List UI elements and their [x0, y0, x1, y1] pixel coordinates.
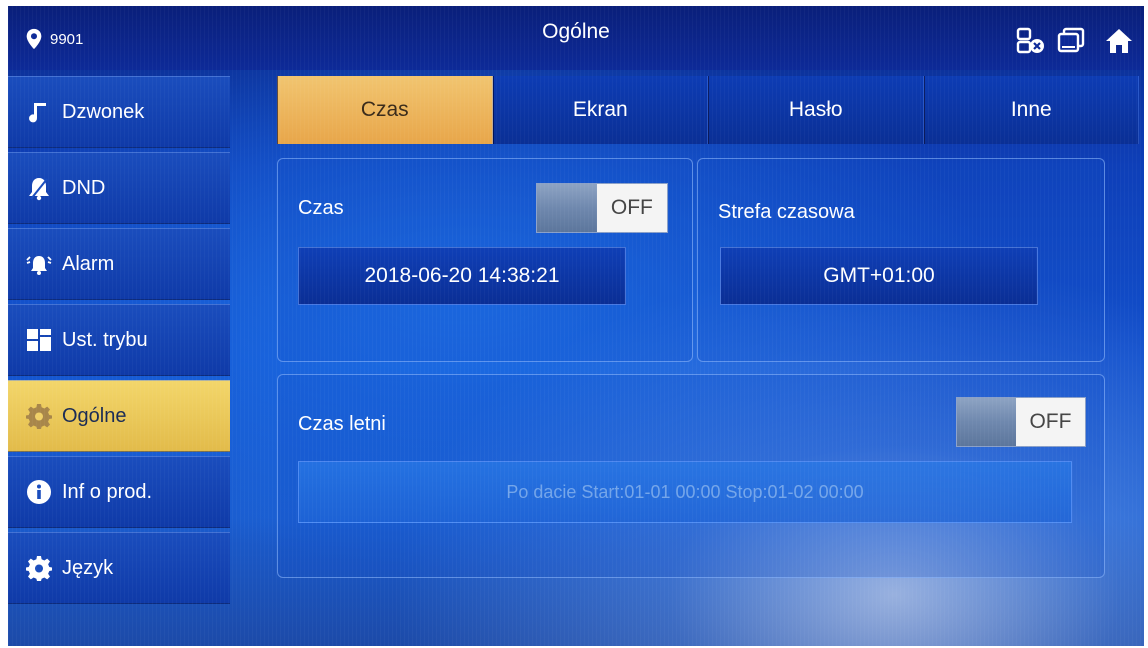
sidebar-item-label: Język	[62, 556, 114, 579]
sidebar-item-mode[interactable]: Ust. trybu	[8, 304, 230, 376]
alarm-bell-icon	[26, 256, 52, 275]
home-icon[interactable]	[1104, 26, 1134, 56]
sidebar-item-label: Ogólne	[62, 404, 127, 427]
tab-haslo[interactable]: Hasło	[708, 76, 924, 144]
info-icon	[27, 480, 51, 504]
sidebar-item-label: Ust. trybu	[62, 328, 148, 351]
toggle-state: OFF	[1029, 410, 1072, 433]
page-title: Ogólne	[542, 20, 610, 43]
tab-inne[interactable]: Inne	[923, 76, 1139, 144]
tab-czas[interactable]: Czas	[277, 76, 493, 144]
mode-grid-icon	[27, 329, 51, 351]
timezone-panel: Strefa czasowa GMT+01:00	[697, 158, 1105, 362]
sidebar-item-label: Inf o prod.	[62, 480, 153, 503]
sidebar-item-info[interactable]: Inf o prod.	[8, 456, 230, 528]
timezone-field[interactable]: GMT+01:00	[720, 247, 1038, 305]
sidebar-item-label: Dzwonek	[62, 100, 145, 123]
monitor-icon[interactable]	[1056, 26, 1086, 56]
dst-toggle[interactable]: OFF	[956, 397, 1086, 447]
network-status-icon	[1016, 27, 1044, 54]
time-label: Czas	[298, 197, 344, 219]
timezone-label: Strefa czasowa	[718, 201, 855, 223]
time-sync-toggle[interactable]: OFF	[536, 183, 668, 233]
bell-mute-icon	[29, 178, 49, 201]
sidebar-item-label: DND	[62, 176, 106, 199]
tab-bar: Czas Ekran Hasło Inne	[277, 76, 1139, 144]
toggle-knob	[957, 398, 1016, 446]
sidebar-item-jezyk[interactable]: Język	[8, 532, 230, 604]
sidebar-item-dzwonek[interactable]: Dzwonek	[8, 76, 230, 148]
music-note-icon	[29, 103, 46, 123]
screen: 9901 Ogólne Dzwonek DND Alarm Ust. trybu…	[8, 6, 1144, 646]
sidebar-item-dnd[interactable]: DND	[8, 152, 230, 224]
sidebar-item-alarm[interactable]: Alarm	[8, 228, 230, 300]
sidebar-item-ogolne[interactable]: Ogólne	[8, 380, 230, 452]
sidebar-item-label: Alarm	[62, 252, 115, 275]
tab-ekran[interactable]: Ekran	[492, 76, 708, 144]
gear-icon	[26, 404, 52, 429]
dst-schedule-field: Po dacie Start:01-01 00:00 Stop:01-02 00…	[298, 461, 1072, 523]
gear-icon	[26, 556, 52, 581]
time-panel: Czas OFF 2018-06-20 14:38:21	[277, 158, 693, 362]
datetime-field[interactable]: 2018-06-20 14:38:21	[298, 247, 626, 305]
toggle-state: OFF	[610, 196, 653, 219]
toggle-knob	[537, 184, 597, 232]
dst-panel: Czas letni OFF Po dacie Start:01-01 00:0…	[277, 374, 1105, 578]
dst-label: Czas letni	[298, 413, 386, 435]
top-bar: 9901 Ogólne	[8, 6, 1144, 70]
